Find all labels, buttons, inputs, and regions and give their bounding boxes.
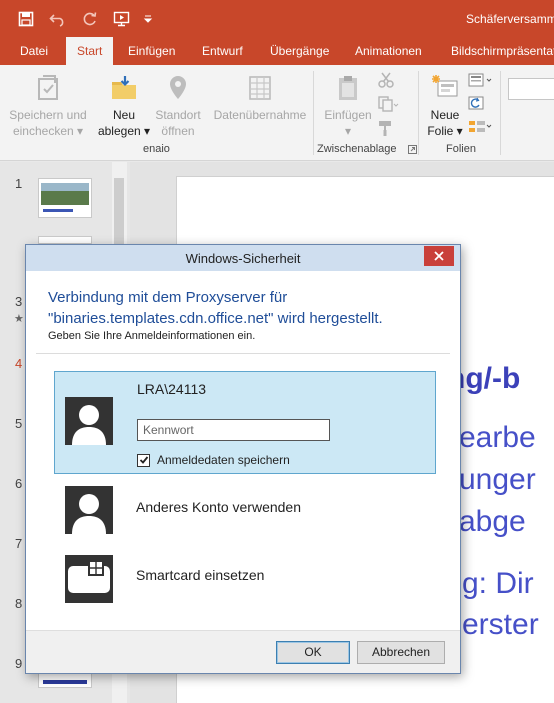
remember-label: Anmeldedaten speichern bbox=[157, 453, 290, 467]
tab-entwurf[interactable]: Entwurf bbox=[202, 37, 243, 65]
slide-number: 6 bbox=[15, 476, 23, 491]
slide-number: 8 bbox=[15, 596, 23, 611]
cancel-button[interactable]: Abbrechen bbox=[357, 641, 445, 664]
dialog-title-bar: Windows-Sicherheit bbox=[26, 245, 460, 271]
tab-start[interactable]: Start bbox=[66, 37, 114, 65]
reset-icon[interactable] bbox=[468, 96, 492, 112]
customize-qat-icon[interactable] bbox=[138, 8, 158, 30]
open-location-label-2: öffnen bbox=[161, 124, 195, 138]
new-slide-label-1: Neue bbox=[430, 108, 460, 122]
format-painter-icon[interactable] bbox=[377, 119, 395, 137]
group-separator bbox=[313, 71, 314, 155]
table-import-icon bbox=[249, 76, 271, 100]
save-icon[interactable] bbox=[10, 8, 42, 30]
dialog-launcher-icon[interactable] bbox=[408, 145, 417, 154]
new-slide-button[interactable]: Neue Folie ▾ bbox=[424, 73, 466, 139]
slide-body-line: earbe bbox=[459, 421, 536, 454]
dialog-title: Windows-Sicherheit bbox=[185, 251, 301, 266]
ribbon-tabs: Datei Start Einfügen Entwurf Übergänge A… bbox=[0, 37, 554, 65]
group-separator bbox=[418, 71, 419, 155]
slide-body-line: unger bbox=[459, 463, 536, 496]
slide-body-line: abge bbox=[459, 505, 526, 538]
slide-number: 7 bbox=[15, 536, 23, 551]
slide-thumbnail[interactable] bbox=[38, 236, 92, 244]
remember-checkbox[interactable] bbox=[137, 453, 150, 467]
location-pin-icon bbox=[170, 76, 186, 99]
divider bbox=[36, 353, 450, 354]
redo-icon[interactable] bbox=[74, 8, 106, 30]
dialog-heading: Verbindung mit dem Proxyserver für "bina… bbox=[48, 289, 383, 327]
tab-animationen[interactable]: Animationen bbox=[355, 37, 422, 65]
open-location-button[interactable]: Standort öffnen bbox=[151, 73, 205, 139]
tab-einfuegen[interactable]: Einfügen bbox=[128, 37, 175, 65]
paste-label: Einfügen bbox=[324, 108, 372, 122]
remember-credentials[interactable]: Anmeldedaten speichern bbox=[137, 453, 290, 467]
credential-tile-smartcard[interactable]: Smartcard einsetzen bbox=[54, 551, 436, 609]
font-name-box[interactable] bbox=[508, 78, 554, 100]
tab-bildschirmpraesentation[interactable]: Bildschirmpräsentat bbox=[451, 37, 554, 65]
scrollbar-thumb[interactable] bbox=[114, 178, 124, 248]
group-label-slides: Folien bbox=[446, 143, 476, 155]
document-title: Schäferversamm bbox=[466, 12, 554, 26]
new-store-label-2: ablegen bbox=[97, 124, 141, 138]
undo-icon[interactable] bbox=[42, 8, 74, 30]
paste-button[interactable]: Einfügen ▾ bbox=[322, 73, 374, 139]
new-store-label-1: Neu bbox=[112, 108, 135, 122]
new-store-button[interactable]: Neu ablegen ▾ bbox=[97, 73, 151, 139]
close-button[interactable] bbox=[424, 246, 454, 266]
open-location-label-1: Standort bbox=[155, 108, 201, 122]
tab-datei[interactable]: Datei bbox=[20, 37, 48, 65]
section-icon[interactable] bbox=[468, 119, 494, 135]
save-and-checkin-button[interactable]: Speichern und einchecken ▾ bbox=[8, 73, 88, 139]
copy-icon[interactable] bbox=[377, 95, 399, 113]
folder-arrow-icon bbox=[112, 76, 136, 99]
cut-icon[interactable] bbox=[377, 71, 395, 89]
slide-body-line: erster bbox=[462, 608, 539, 641]
save-checkin-label-2: einchecken bbox=[12, 124, 74, 138]
user-avatar-icon bbox=[65, 486, 113, 534]
slide-body-line: g: Dir bbox=[462, 567, 534, 600]
credential-tile-account[interactable]: LRA\24113 Anmeldedaten speichern bbox=[54, 371, 436, 474]
group-label-enaio: enaio bbox=[143, 143, 170, 155]
smartcard-icon bbox=[65, 555, 113, 603]
checkmark-icon bbox=[139, 456, 148, 464]
close-icon bbox=[434, 251, 444, 261]
new-slide-icon bbox=[432, 75, 458, 97]
credential-tile-other-account[interactable]: Anderes Konto verwenden bbox=[54, 482, 436, 540]
password-input[interactable] bbox=[137, 419, 330, 441]
group-separator bbox=[500, 71, 501, 155]
slide-number: 9 bbox=[15, 656, 23, 671]
tab-uebergaenge[interactable]: Übergänge bbox=[270, 37, 329, 65]
account-name: LRA\24113 bbox=[137, 381, 207, 397]
layout-icon[interactable] bbox=[468, 73, 494, 89]
data-import-button[interactable]: Datenübernahme bbox=[212, 73, 308, 123]
user-avatar-icon bbox=[65, 397, 113, 445]
slide-thumbnail[interactable] bbox=[38, 178, 92, 218]
presentation-icon[interactable] bbox=[106, 8, 138, 30]
new-slide-label-2: Folie bbox=[427, 124, 454, 138]
quick-access-toolbar bbox=[10, 8, 158, 30]
ribbon: Speichern und einchecken ▾ Neu ablegen ▾… bbox=[0, 65, 554, 161]
slide-number-selected: 4 bbox=[15, 356, 23, 371]
group-label-clipboard: Zwischenablage bbox=[317, 143, 397, 155]
save-checkin-label-1: Speichern und bbox=[9, 108, 87, 122]
dialog-footer: OK Abbrechen bbox=[26, 630, 460, 673]
windows-security-dialog: Windows-Sicherheit Verbindung mit dem Pr… bbox=[25, 244, 461, 674]
title-bar: Schäferversamm bbox=[0, 0, 554, 37]
smartcard-label: Smartcard einsetzen bbox=[136, 567, 265, 583]
star-icon: ★ bbox=[14, 313, 24, 325]
slide-number: 3 bbox=[15, 294, 23, 309]
save-checkin-icon bbox=[38, 75, 58, 100]
other-account-label: Anderes Konto verwenden bbox=[136, 499, 301, 515]
slide-number: 1 bbox=[15, 176, 23, 191]
data-import-label: Datenübernahme bbox=[213, 108, 307, 122]
slide-number: 5 bbox=[15, 416, 23, 431]
dialog-hint: Geben Sie Ihre Anmeldeinformationen ein. bbox=[48, 330, 256, 342]
clipboard-icon bbox=[339, 76, 357, 100]
ok-button[interactable]: OK bbox=[276, 641, 350, 664]
